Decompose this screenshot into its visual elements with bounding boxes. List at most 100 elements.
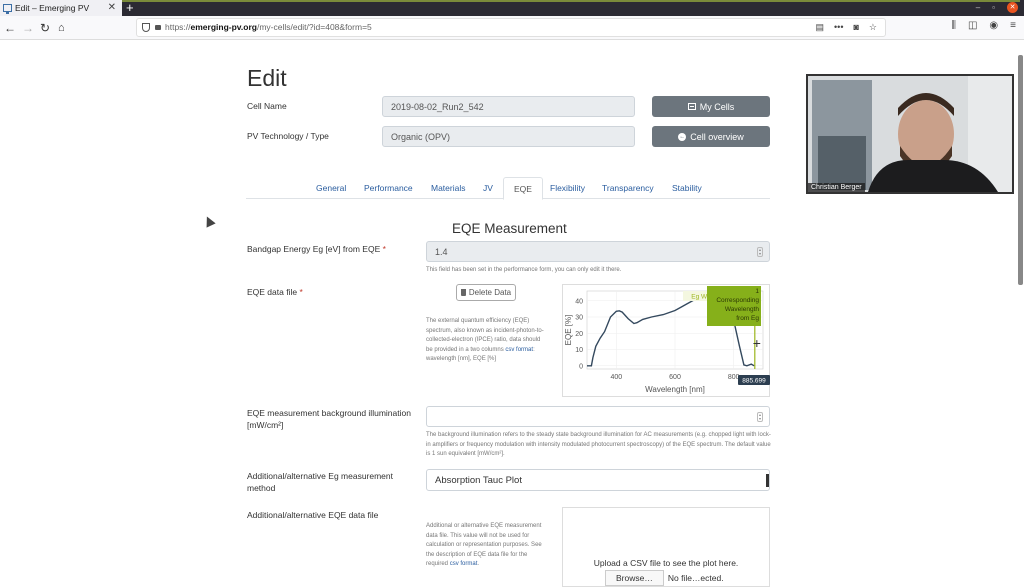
bandgap-label: Bandgap Energy Eg [eV] from EQE * — [247, 243, 386, 255]
y-tick-label: 30 — [575, 315, 583, 322]
participant-name: Christian Berger — [808, 183, 865, 192]
required-marker: * — [299, 287, 303, 297]
spinner-icon[interactable]: ▴ ▾ — [757, 411, 763, 422]
arrow-left-circle-icon: ← — [678, 132, 687, 141]
tab-materials[interactable]: Materials — [431, 177, 465, 199]
tab-jv[interactable]: JV — [483, 177, 493, 199]
forward-button[interactable]: → — [22, 20, 34, 36]
eqe-data-file-label: EQE data file * — [247, 286, 303, 298]
csv-format-link[interactable]: csv format — [450, 561, 478, 567]
my-cells-button[interactable]: My Cells — [652, 96, 770, 117]
page-content: Edit Cell Name 2019-08-02_Run2_542 My Ce… — [0, 41, 1024, 587]
close-tab-icon[interactable]: ✕ — [108, 2, 116, 13]
url-domain: emerging-pv.org — [190, 22, 257, 32]
eqe-plot[interactable]: 0 10 20 30 40 400 600 800 Wavelength [nm] EQE [%]… — [562, 284, 770, 397]
tab-bar-accent — [120, 0, 1020, 2]
page-actions-icon[interactable]: ••• — [834, 19, 843, 36]
eg-tooltip-text: from Eg — [736, 315, 759, 322]
reader-view-icon[interactable]: ▤ — [816, 19, 825, 36]
bandgap-help: This field has been set in the performan… — [426, 267, 622, 273]
tab-stability[interactable]: Stability — [672, 177, 702, 199]
trash-icon — [460, 289, 466, 296]
upload-message: Upload a CSV file to see the plot here. — [593, 558, 739, 568]
account-icon[interactable]: ◉ — [989, 20, 998, 31]
crosshair-cursor-icon: + — [753, 335, 761, 351]
spinner-icon[interactable]: ▴ ▾ — [757, 246, 763, 257]
new-tab-button[interactable]: + — [126, 0, 134, 15]
pocket-icon[interactable]: ◙ — [853, 19, 858, 36]
sidebar-icon[interactable]: ◫ — [968, 20, 977, 31]
bookmark-star-icon[interactable]: ☆ — [869, 19, 877, 36]
window-close-icon[interactable]: ✕ — [1007, 2, 1018, 13]
y-tick-label: 40 — [575, 298, 583, 305]
pv-type-field[interactable]: Organic (OPV) — [382, 126, 635, 147]
form-tabs: General Performance Materials JV EQE Fle… — [246, 177, 770, 200]
x-axis-label: Wavelength [nm] — [645, 385, 705, 394]
eg-tooltip-text: Corresponding — [716, 297, 759, 304]
back-button[interactable]: ← — [4, 20, 16, 36]
library-icon[interactable]: ⫼ — [951, 20, 956, 31]
y-tick-label: 20 — [575, 331, 583, 338]
video-call-overlay[interactable]: Christian Berger — [806, 74, 1014, 194]
minimize-icon[interactable]: – — [976, 3, 980, 12]
my-cells-label: My Cells — [699, 101, 735, 112]
eqe-data-file-help: The external quantum efficiency (EQE) sp… — [426, 317, 546, 365]
alt-eg-selected: Absorption Tauc Plot — [435, 474, 522, 486]
help-text: . — [477, 561, 480, 567]
y-axis-label: EQE [%] — [564, 315, 573, 346]
eg-tooltip-text: Wavelength — [725, 306, 759, 313]
lock-icon[interactable] — [155, 25, 161, 30]
file-input[interactable]: Browse… No file…ected. — [605, 570, 724, 586]
delete-data-button[interactable]: Delete Data — [456, 284, 516, 301]
eqe-data-file-label-text: EQE data file — [247, 287, 298, 297]
tracking-shield-icon[interactable] — [142, 23, 150, 32]
tab-general[interactable]: General — [316, 177, 346, 199]
reload-button[interactable]: ↻ — [40, 20, 50, 36]
alt-file-help: Additional or alternative EQE measuremen… — [426, 522, 546, 570]
eg-tooltip-text: 1 — [755, 288, 759, 295]
tab-title: Edit – Emerging PV — [15, 3, 90, 13]
cell-name-label: Cell Name — [247, 101, 287, 111]
browse-button[interactable]: Browse… — [605, 570, 664, 586]
list-icon — [687, 103, 696, 110]
url-bar[interactable]: https://emerging-pv.org/my-cells/edit/?i… — [136, 18, 886, 37]
browser-tab[interactable]: Edit – Emerging PV ✕ — [0, 0, 122, 16]
cell-overview-button[interactable]: ← Cell overview — [652, 126, 770, 147]
bg-illum-help: The background illumination refers to th… — [426, 432, 771, 457]
cell-name-field[interactable]: 2019-08-02_Run2_542 — [382, 96, 635, 117]
bg-illum-input[interactable]: ▴ ▾ — [426, 406, 770, 427]
x-value-badge: 885.699 — [742, 378, 766, 385]
x-tick-label: 800 — [728, 374, 740, 381]
alt-eg-label: Additional/alternative Eg measurement me… — [247, 471, 393, 493]
bg-illum-label: EQE measurement background illumination … — [247, 408, 411, 430]
participant-video — [808, 76, 1012, 192]
tab-transparency[interactable]: Transparency — [602, 177, 654, 199]
home-button[interactable]: ⌂ — [58, 20, 65, 36]
y-tick-label: 0 — [579, 363, 583, 370]
alt-eg-select[interactable]: Absorption Tauc Plot — [426, 469, 770, 491]
eqe-chart-svg[interactable]: 0 10 20 30 40 400 600 800 Wavelength [nm] EQE [%]… — [563, 285, 771, 398]
pv-type-label: PV Technology / Type — [247, 131, 329, 141]
select-handle-icon[interactable] — [766, 474, 769, 487]
x-tick-label: 600 — [669, 374, 681, 381]
maximize-icon[interactable]: ▫ — [992, 3, 995, 12]
page-scrollbar[interactable] — [1018, 55, 1023, 285]
menu-icon[interactable]: ≡ — [1010, 20, 1016, 31]
cell-overview-label: Cell overview — [690, 131, 744, 142]
help-text: Additional or alternative EQE measuremen… — [426, 523, 542, 567]
tab-flexibility[interactable]: Flexibility — [550, 177, 585, 199]
tab-performance[interactable]: Performance — [364, 177, 413, 199]
csv-format-link[interactable]: csv format — [505, 347, 533, 353]
section-title: EQE Measurement — [452, 221, 567, 236]
alt-file-label: Additional/alternative EQE data file — [247, 510, 379, 520]
browser-nav-bar: ← → ↻ ⌂ https://emerging-pv.org/my-cells… — [0, 16, 1024, 40]
tab-eqe[interactable]: EQE — [503, 177, 543, 200]
delete-data-label: Delete Data — [468, 288, 512, 297]
url-path: /my-cells/edit/?id=408&form=5 — [256, 22, 372, 32]
url-prefix: https:// — [165, 22, 191, 32]
y-tick-label: 10 — [575, 347, 583, 354]
required-marker: * — [382, 244, 386, 254]
bandgap-field[interactable]: 1.4 ▴ ▾ — [426, 241, 770, 262]
site-favicon-icon — [3, 4, 12, 14]
bandgap-label-text: Bandgap Energy Eg [eV] from EQE — [247, 244, 381, 254]
